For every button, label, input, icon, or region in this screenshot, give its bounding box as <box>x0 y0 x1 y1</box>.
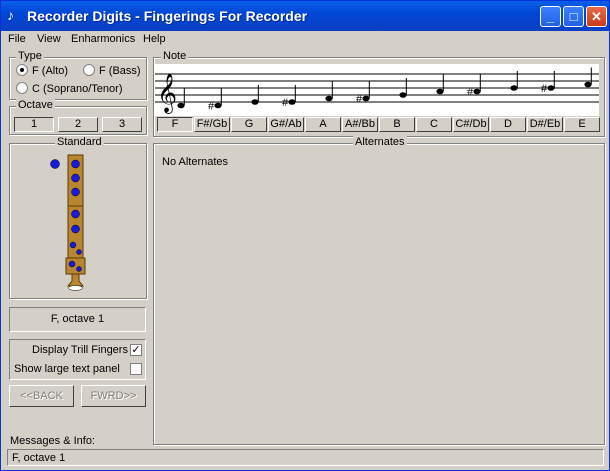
alternates-group <box>153 143 605 445</box>
display-trill-fingers-checkbox[interactable]: ✓ <box>130 344 142 356</box>
app-window: ♪ Recorder Digits - Fingerings For Recor… <box>0 0 610 471</box>
staff-note: # <box>208 88 222 113</box>
note-button[interactable]: G <box>231 117 267 132</box>
finger-hole-5-icon <box>71 224 80 234</box>
finger-hole-1-icon <box>71 159 80 169</box>
finger-hole-6b-icon <box>76 249 82 255</box>
finger-hole-2-icon <box>71 173 80 183</box>
thumb-hole-icon <box>50 159 60 169</box>
staff-note <box>436 74 444 95</box>
recorder-foot <box>65 257 86 275</box>
svg-text:#: # <box>282 97 289 109</box>
note-button[interactable]: A#/Bb <box>342 117 378 132</box>
finger-hole-4-icon <box>71 209 80 219</box>
menu-file[interactable]: File <box>8 33 26 45</box>
svg-text:#: # <box>541 83 548 95</box>
standard-group-label: Standard <box>55 136 104 148</box>
recorder-fingering-diagram <box>50 154 86 291</box>
alternates-message: No Alternates <box>162 156 229 168</box>
music-staff-svg: 𝄞 # # # # # <box>155 67 599 114</box>
note-button[interactable]: E <box>564 117 600 132</box>
finger-hole-7a-icon <box>68 260 76 268</box>
type-group-label: Type <box>16 50 44 62</box>
staff-note: # <box>541 71 555 95</box>
svg-text:#: # <box>208 101 215 113</box>
note-button[interactable]: C <box>416 117 452 132</box>
staff-note <box>325 81 333 102</box>
note-button[interactable]: B <box>379 117 415 132</box>
display-trill-fingers-label: Display Trill Fingers <box>32 344 128 356</box>
radio-f-alto[interactable]: F (Alto) <box>16 64 68 77</box>
staff-note <box>177 88 185 109</box>
note-button[interactable]: G#/Ab <box>268 117 304 132</box>
window-title: Recorder Digits - Fingerings For Recorde… <box>27 8 308 24</box>
title-bar[interactable]: ♪ Recorder Digits - Fingerings For Recor… <box>1 1 609 31</box>
show-large-text-panel-checkbox[interactable] <box>130 363 142 375</box>
octave-2-button[interactable]: 2 <box>58 117 98 132</box>
octave-3-button[interactable]: 3 <box>102 117 142 132</box>
checkmark-icon: ✓ <box>131 344 141 356</box>
finger-hole-7b-icon <box>76 266 82 272</box>
minimize-button[interactable]: _ <box>540 6 561 27</box>
staff-note: # <box>282 85 296 109</box>
note-button[interactable]: F <box>157 117 193 132</box>
close-button[interactable]: ✕ <box>586 6 607 27</box>
alternates-group-label: Alternates <box>353 136 407 148</box>
note-group-label: Note <box>161 50 189 62</box>
show-large-text-panel-label: Show large text panel <box>14 363 120 375</box>
note-button[interactable]: A <box>305 117 341 132</box>
radio-c-soprano-tenor-indicator <box>16 82 28 94</box>
note-button[interactable]: C#/Db <box>453 117 489 132</box>
treble-clef-icon: 𝄞 <box>157 73 177 114</box>
maximize-button[interactable]: □ <box>563 6 584 27</box>
staff-note <box>584 67 592 88</box>
messages-bar: F, octave 1 <box>7 449 604 466</box>
finger-hole-6a-icon <box>69 241 77 249</box>
forward-button[interactable]: FWRD>> <box>81 385 146 407</box>
octave-group-label: Octave <box>16 99 55 111</box>
radio-f-alto-indicator <box>16 64 28 76</box>
octave-1-button[interactable]: 1 <box>14 117 54 132</box>
finger-hole-3-icon <box>71 187 80 197</box>
radio-c-soprano-tenor[interactable]: C (Soprano/Tenor) <box>16 82 123 95</box>
radio-f-bass-indicator <box>83 64 95 76</box>
menu-help[interactable]: Help <box>143 33 166 45</box>
menu-bar: File View Enharmonics Help <box>1 31 609 49</box>
recorder-bell <box>66 273 85 287</box>
music-staff: 𝄞 # # # # # <box>155 64 599 116</box>
current-note-display: F, octave 1 <box>9 307 146 332</box>
messages-label: Messages & Info: <box>10 435 95 447</box>
note-button[interactable]: D <box>490 117 526 132</box>
note-button[interactable]: F#/Gb <box>194 117 230 132</box>
note-button[interactable]: D#/Eb <box>527 117 563 132</box>
svg-text:#: # <box>467 87 474 99</box>
svg-text:#: # <box>356 94 363 106</box>
menu-enharmonics[interactable]: Enharmonics <box>71 33 135 45</box>
recorder-app-icon: ♪ <box>7 7 14 23</box>
menu-view[interactable]: View <box>37 33 61 45</box>
messages-text: F, octave 1 <box>12 452 66 464</box>
back-button[interactable]: <<BACK <box>9 385 74 407</box>
radio-f-bass[interactable]: F (Bass) <box>83 64 141 77</box>
